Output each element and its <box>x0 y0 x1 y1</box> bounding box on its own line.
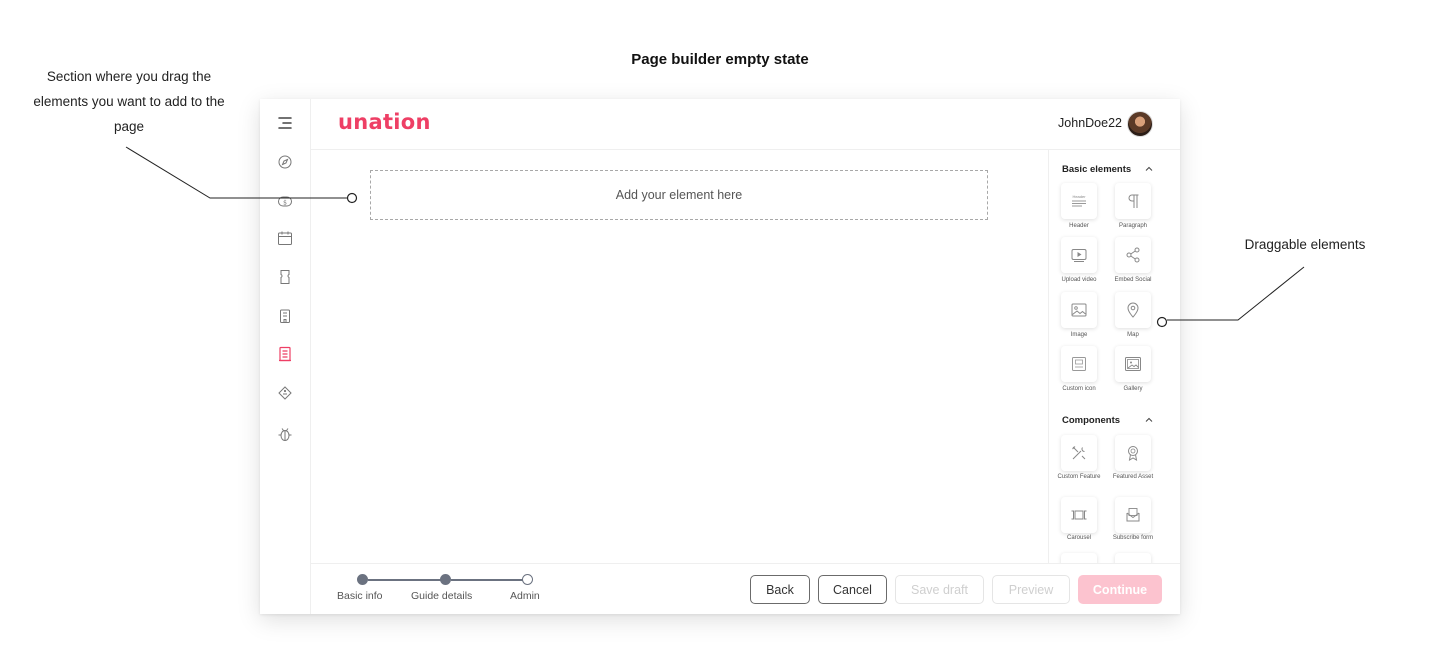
element-label: Paragraph <box>1118 223 1148 229</box>
step-dot[interactable] <box>357 574 368 585</box>
element-label: Image <box>1070 332 1088 338</box>
element-custom-icon[interactable] <box>1061 346 1097 382</box>
gallery-icon <box>1125 357 1141 371</box>
avatar[interactable] <box>1127 111 1153 137</box>
element-carousel[interactable] <box>1061 497 1097 533</box>
share-icon <box>1126 247 1140 263</box>
menu-icon[interactable] <box>275 113 295 133</box>
element-paragraph[interactable] <box>1115 183 1151 219</box>
element-image[interactable] <box>1061 292 1097 328</box>
money-icon[interactable]: $ <box>275 191 295 211</box>
element-label: Carousel <box>1066 535 1091 541</box>
stepper-line <box>368 579 445 581</box>
paragraph-icon <box>1128 194 1139 208</box>
tag-icon[interactable] <box>275 383 295 403</box>
element-label: Featured Asset <box>1112 474 1154 480</box>
chevron-up-icon[interactable] <box>1144 164 1154 174</box>
image-icon <box>1071 303 1087 317</box>
element-label: Map <box>1127 332 1139 338</box>
element-label: Upload video <box>1061 277 1097 283</box>
elements-panel: Basic elements Header Header Paragraph U… <box>1048 150 1180 563</box>
basic-elements-heading: Basic elements <box>1062 164 1132 175</box>
element-label: Gallery <box>1123 386 1143 392</box>
username[interactable]: JohnDoe22 <box>1058 116 1122 130</box>
carousel-icon <box>1071 510 1087 520</box>
svg-text:$: $ <box>283 200 287 207</box>
step-label[interactable]: Admin <box>510 590 540 602</box>
compass-icon[interactable] <box>275 152 295 172</box>
unation-logo[interactable]: unation <box>338 110 431 134</box>
page-canvas[interactable]: Add your element here <box>311 150 1048 564</box>
element-tile-partial[interactable] <box>1061 553 1097 563</box>
guide-icon[interactable] <box>275 344 295 364</box>
left-annotation: Section where you drag the elements you … <box>33 69 225 134</box>
cancel-button[interactable]: Cancel <box>818 575 887 604</box>
element-featured-asset[interactable] <box>1115 435 1151 471</box>
sidebar: $ <box>260 99 311 614</box>
continue-button[interactable]: Continue <box>1078 575 1162 604</box>
right-leader-line <box>1167 266 1305 321</box>
element-label: Embed Social <box>1114 277 1152 283</box>
element-gallery[interactable] <box>1115 346 1151 382</box>
video-icon <box>1071 249 1087 262</box>
custom-icon-icon <box>1072 357 1086 371</box>
element-upload-video[interactable] <box>1061 237 1097 273</box>
back-button[interactable]: Back <box>750 575 810 604</box>
tools-icon <box>1072 446 1086 460</box>
footer-bar: Basic info Guide details Admin Back Canc… <box>311 563 1180 614</box>
element-embed-social[interactable] <box>1115 237 1151 273</box>
bug-icon[interactable] <box>275 424 295 444</box>
element-label: Header <box>1069 223 1089 229</box>
element-custom-feature[interactable] <box>1061 435 1097 471</box>
preview-button[interactable]: Preview <box>992 575 1070 604</box>
subscribe-icon <box>1126 508 1140 522</box>
element-label: Subscribe form <box>1112 535 1154 541</box>
element-tile-partial[interactable] <box>1115 553 1151 563</box>
chevron-up-icon[interactable] <box>1144 415 1154 425</box>
stepper-line <box>451 579 528 581</box>
element-label: Custom icon <box>1062 386 1096 392</box>
step-dot[interactable] <box>440 574 451 585</box>
map-pin-icon <box>1127 302 1139 318</box>
components-heading: Components <box>1062 415 1121 426</box>
drop-zone[interactable]: Add your element here <box>370 170 988 220</box>
calendar-icon[interactable] <box>275 228 295 248</box>
award-icon <box>1128 446 1138 461</box>
header-icon: Header <box>1072 194 1086 207</box>
element-label: Custom Feature <box>1057 474 1101 480</box>
element-subscribe-form[interactable] <box>1115 497 1151 533</box>
element-header[interactable]: Header <box>1061 183 1097 219</box>
element-map[interactable] <box>1115 292 1151 328</box>
step-label[interactable]: Basic info <box>337 590 383 602</box>
save-draft-button[interactable]: Save draft <box>895 575 984 604</box>
top-bar: unation JohnDoe22 <box>311 99 1180 150</box>
app-window: $ unation JohnDoe22 Add your element her… <box>260 99 1180 614</box>
step-label[interactable]: Guide details <box>411 590 472 602</box>
svg-text:Header: Header <box>1072 194 1086 199</box>
right-annotation: Draggable elements <box>1244 237 1366 252</box>
step-dot[interactable] <box>522 574 533 585</box>
building-icon[interactable] <box>275 306 295 326</box>
ticket-icon[interactable] <box>275 267 295 287</box>
